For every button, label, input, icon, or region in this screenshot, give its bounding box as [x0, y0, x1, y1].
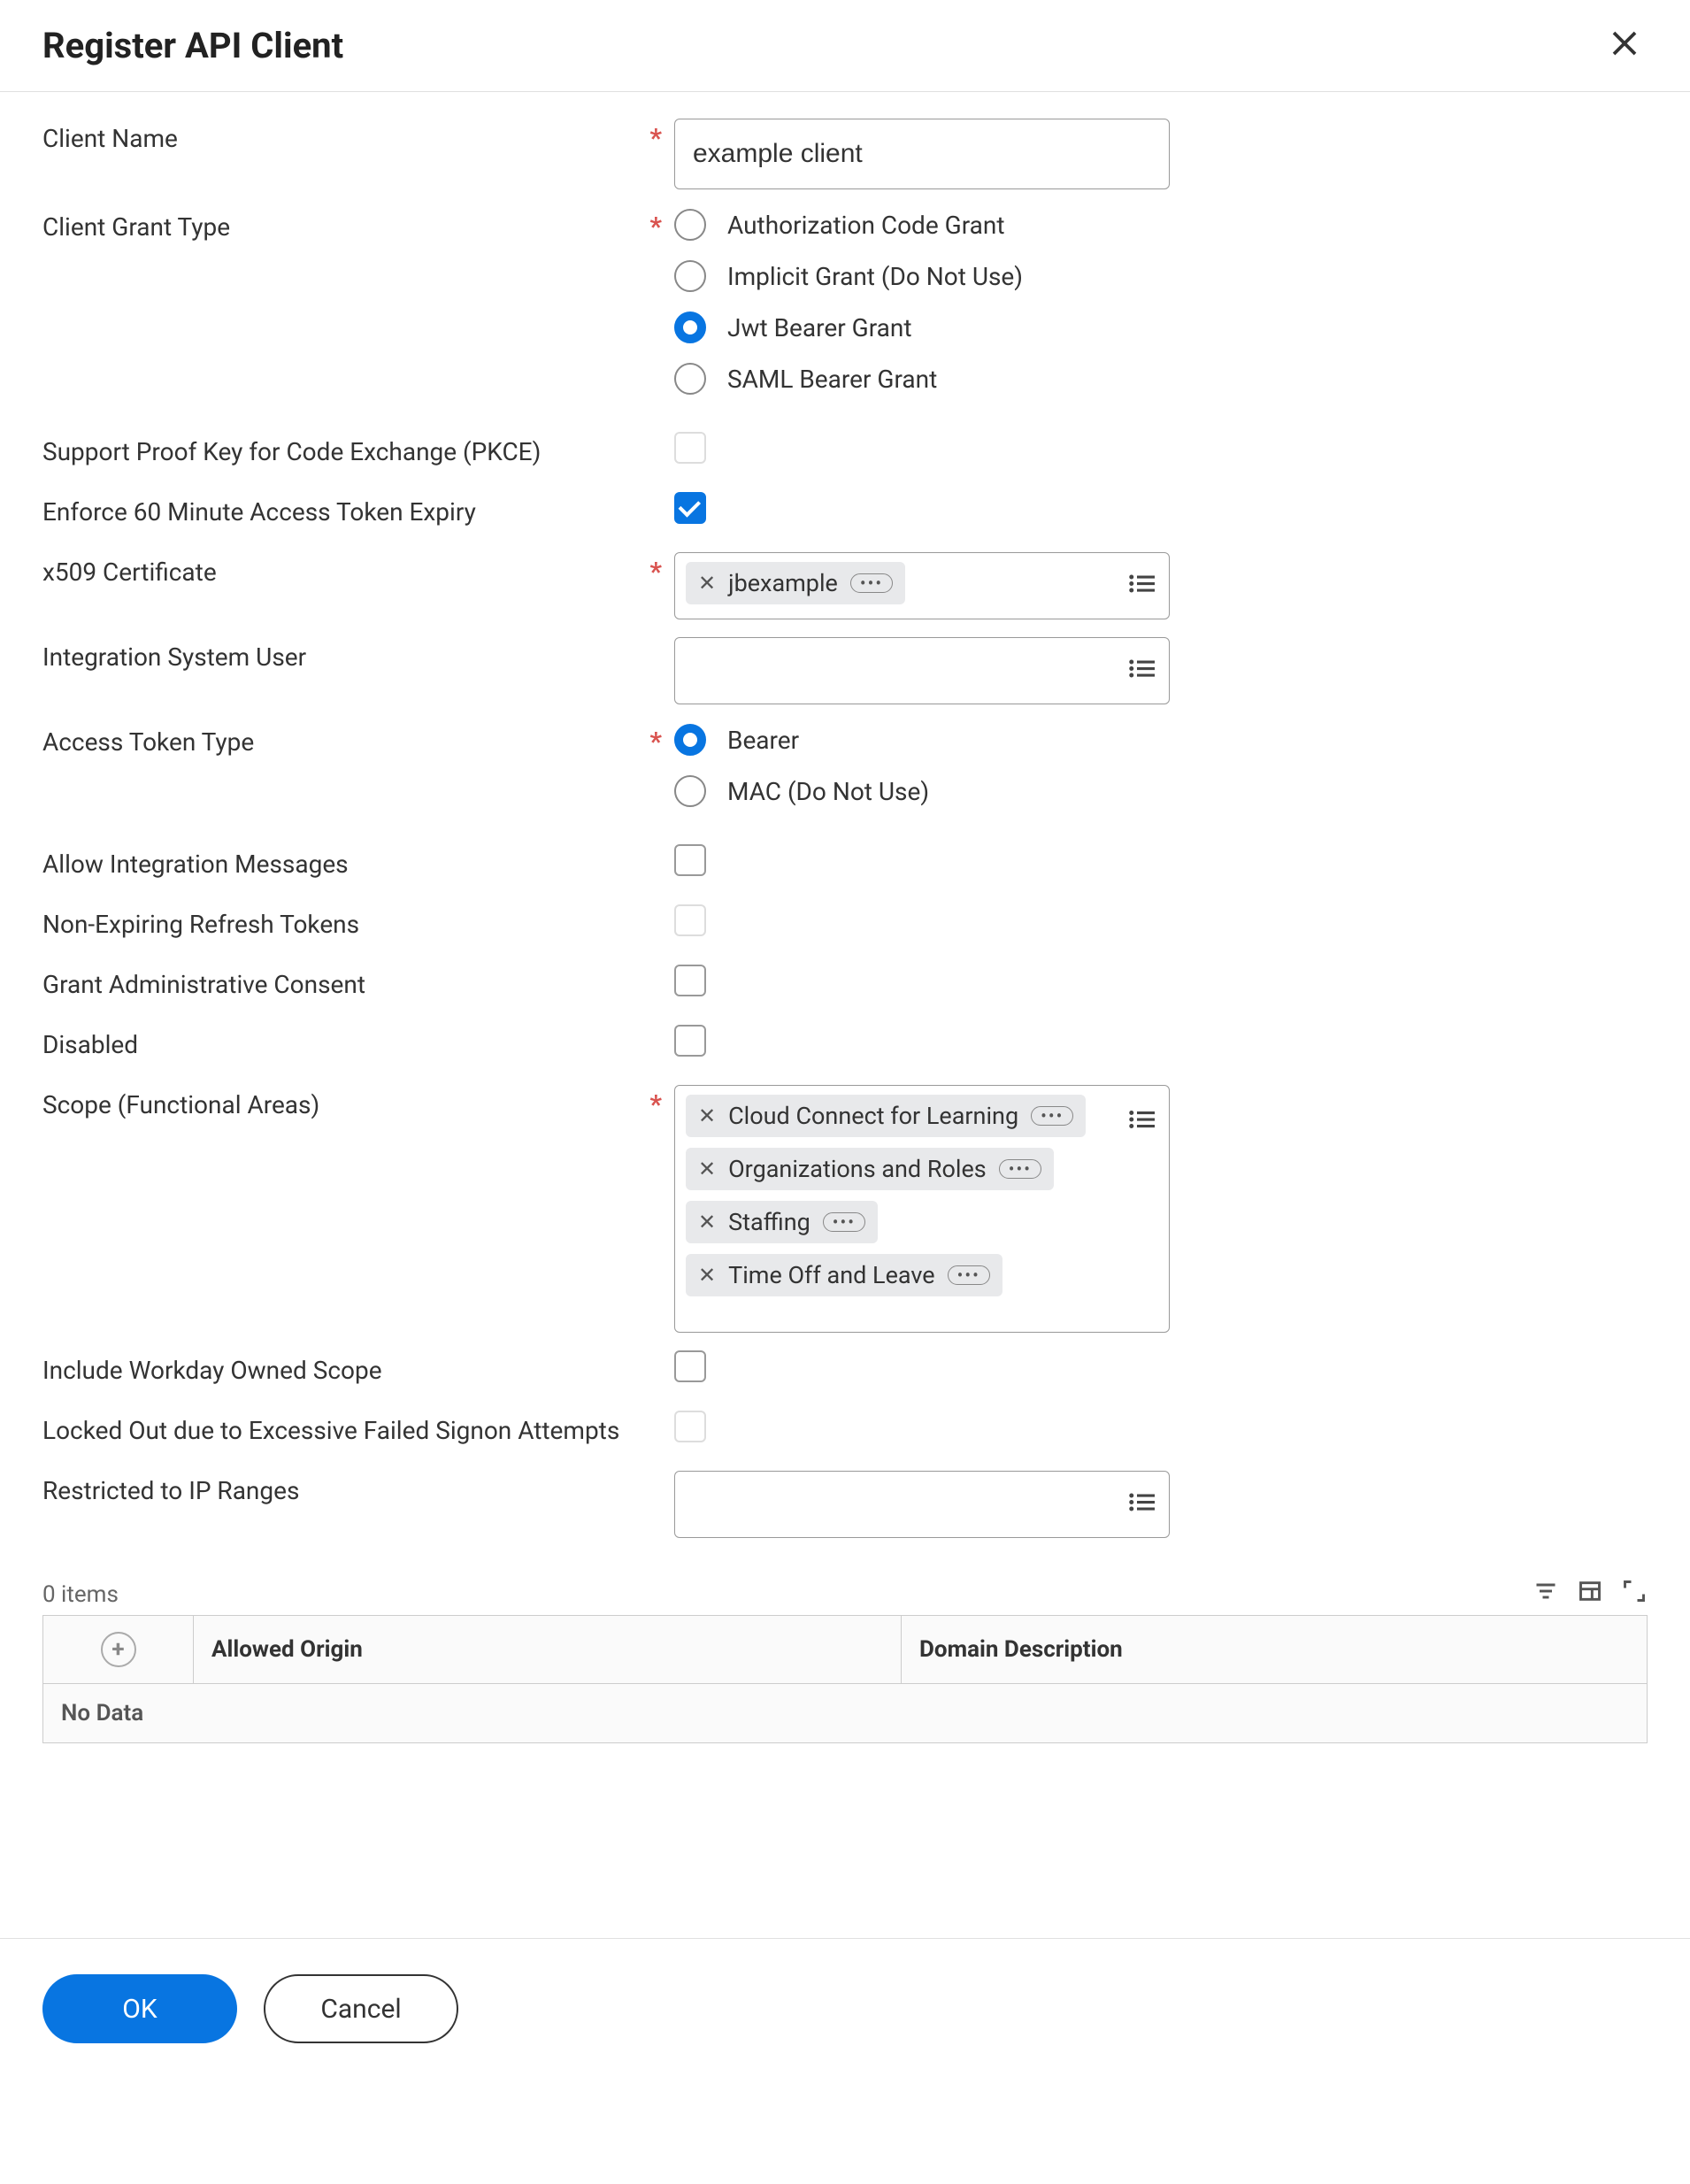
scope-chip: ✕ Cloud Connect for Learning •••	[686, 1095, 1086, 1137]
allow-integration-label: Allow Integration Messages	[42, 850, 349, 879]
required-mark: *	[649, 727, 662, 757]
include-wd-scope-checkbox[interactable]	[674, 1350, 706, 1382]
chip-remove-icon[interactable]: ✕	[698, 1105, 716, 1127]
enforce-expiry-label: Enforce 60 Minute Access Token Expiry	[42, 497, 476, 527]
scope-prompt[interactable]: ✕ Cloud Connect for Learning ••• ✕ Organ…	[674, 1085, 1170, 1333]
chip-label: Cloud Connect for Learning	[728, 1102, 1018, 1130]
grant-type-radio-group: Authorization Code Grant Implicit Grant …	[674, 207, 1023, 414]
radio-icon	[674, 311, 706, 343]
radio-label: Authorization Code Grant	[727, 211, 1005, 240]
radio-icon	[674, 260, 706, 292]
locked-out-checkbox	[674, 1411, 706, 1442]
scope-chip: ✕ Time Off and Leave •••	[686, 1254, 1002, 1296]
admin-consent-label: Grant Administrative Consent	[42, 970, 365, 999]
radio-icon	[674, 363, 706, 395]
locked-out-label: Locked Out due to Excessive Failed Signo…	[42, 1416, 619, 1445]
allowed-origin-table: + Allowed Origin Domain Description No D…	[42, 1615, 1648, 1743]
no-data-cell: No Data	[43, 1684, 1648, 1743]
close-button[interactable]	[1602, 27, 1648, 65]
prompt-list-icon[interactable]	[1128, 657, 1155, 686]
table-header-origin: Allowed Origin	[194, 1616, 902, 1684]
isu-label: Integration System User	[42, 642, 306, 672]
ip-ranges-prompt[interactable]	[674, 1471, 1170, 1538]
disabled-checkbox[interactable]	[674, 1025, 706, 1057]
chip-label: Organizations and Roles	[728, 1155, 987, 1183]
items-count-label: 0 items	[42, 1581, 119, 1608]
radio-label: Implicit Grant (Do Not Use)	[727, 262, 1023, 291]
radio-label: Bearer	[727, 726, 799, 755]
allow-integration-checkbox[interactable]	[674, 844, 706, 876]
chip-related-actions-icon[interactable]: •••	[823, 1212, 865, 1232]
radio-label: MAC (Do Not Use)	[727, 777, 929, 806]
chip-remove-icon[interactable]: ✕	[698, 1211, 716, 1233]
cancel-button[interactable]: Cancel	[264, 1974, 458, 2043]
columns-icon[interactable]	[1577, 1579, 1603, 1610]
add-row-button[interactable]: +	[101, 1632, 136, 1667]
token-type-radio-group: Bearer MAC (Do Not Use)	[674, 722, 929, 827]
grant-type-option[interactable]: SAML Bearer Grant	[674, 363, 1023, 395]
chip-remove-icon[interactable]: ✕	[698, 1158, 716, 1180]
prompt-list-icon[interactable]	[1128, 1107, 1155, 1136]
non-expiring-checkbox	[674, 904, 706, 936]
table-header-domain: Domain Description	[902, 1616, 1648, 1684]
non-expiring-label: Non-Expiring Refresh Tokens	[42, 910, 359, 939]
grant-type-option[interactable]: Authorization Code Grant	[674, 209, 1023, 241]
fullscreen-icon[interactable]	[1621, 1579, 1648, 1610]
scope-label: Scope (Functional Areas)	[42, 1090, 319, 1119]
table-header-add: +	[43, 1616, 194, 1684]
radio-icon	[674, 724, 706, 756]
client-name-input[interactable]	[674, 119, 1170, 189]
token-type-label: Access Token Type	[42, 727, 254, 757]
prompt-list-icon[interactable]	[1128, 572, 1155, 601]
grant-type-option[interactable]: Jwt Bearer Grant	[674, 311, 1023, 343]
radio-icon	[674, 775, 706, 807]
radio-icon	[674, 209, 706, 241]
disabled-label: Disabled	[42, 1030, 138, 1059]
x509-prompt[interactable]: ✕ jbexample •••	[674, 552, 1170, 619]
include-wd-scope-label: Include Workday Owned Scope	[42, 1356, 382, 1385]
chip-label: Time Off and Leave	[728, 1261, 935, 1289]
required-mark: *	[649, 557, 662, 588]
required-mark: *	[649, 1089, 662, 1120]
ok-button[interactable]: OK	[42, 1974, 237, 2043]
dialog-title: Register API Client	[42, 25, 343, 66]
token-type-option[interactable]: Bearer	[674, 724, 929, 756]
radio-label: SAML Bearer Grant	[727, 365, 937, 394]
close-icon	[1609, 27, 1640, 59]
scope-chip: ✕ Organizations and Roles •••	[686, 1148, 1054, 1190]
chip-related-actions-icon[interactable]: •••	[999, 1159, 1041, 1179]
x509-label: x509 Certificate	[42, 558, 217, 587]
ip-ranges-label: Restricted to IP Ranges	[42, 1476, 299, 1505]
chip-related-actions-icon[interactable]: •••	[948, 1265, 990, 1285]
enforce-expiry-checkbox[interactable]	[674, 492, 706, 524]
prompt-list-icon[interactable]	[1128, 1490, 1155, 1519]
grant-type-option[interactable]: Implicit Grant (Do Not Use)	[674, 260, 1023, 292]
chip-remove-icon[interactable]: ✕	[698, 1265, 716, 1286]
chip-related-actions-icon[interactable]: •••	[850, 573, 893, 593]
x509-chip: ✕ jbexample •••	[686, 562, 905, 604]
client-grant-type-label: Client Grant Type	[42, 212, 230, 242]
chip-related-actions-icon[interactable]: •••	[1031, 1106, 1073, 1126]
client-name-label: Client Name	[42, 124, 178, 153]
token-type-option[interactable]: MAC (Do Not Use)	[674, 775, 929, 807]
pkce-label: Support Proof Key for Code Exchange (PKC…	[42, 437, 541, 466]
pkce-checkbox	[674, 432, 706, 464]
admin-consent-checkbox[interactable]	[674, 965, 706, 996]
scope-chip: ✕ Staffing •••	[686, 1201, 878, 1243]
filter-icon[interactable]	[1533, 1579, 1559, 1610]
radio-label: Jwt Bearer Grant	[727, 313, 912, 342]
chip-label: Staffing	[728, 1208, 810, 1236]
isu-prompt[interactable]	[674, 637, 1170, 704]
required-mark: *	[649, 123, 662, 154]
required-mark: *	[649, 211, 662, 242]
chip-remove-icon[interactable]: ✕	[698, 573, 716, 594]
chip-label: jbexample	[728, 569, 838, 597]
